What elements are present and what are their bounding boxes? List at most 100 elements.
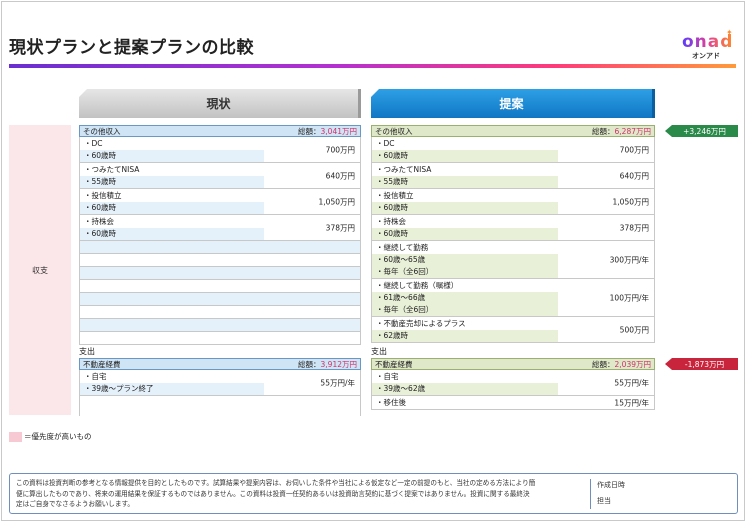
table-row: ・持株会・60歳時 378万円 xyxy=(79,215,361,241)
priority-legend: ＝優先度が高いもの xyxy=(9,431,92,442)
table-row: ・移住後 15万円/年 xyxy=(371,396,655,410)
current-income-table: その他収入 総額：3,041万円 ・DC ・60歳時 700万円 ・つみたてNISA ・… xyxy=(79,125,361,345)
empty-row xyxy=(79,396,361,416)
row-amount: 378万円 xyxy=(619,223,649,232)
table-row: ・投信積立 ・60歳時 1,050万円 xyxy=(371,189,655,215)
row-amount: 500万円 xyxy=(619,325,649,334)
row-amount: 55万円/年 xyxy=(320,378,355,387)
row-line: ・持株会 xyxy=(376,217,406,226)
disclaimer-text: この資料は投資判断の参考となる情報提供を目的としたものです。試算結果や提案内容は… xyxy=(16,479,536,508)
empty-row xyxy=(79,293,361,306)
priority-swatch xyxy=(9,431,22,442)
row-amount: 55万円/年 xyxy=(614,378,649,387)
current-expense-table: 不動産経費 総額：3,912万円 ・自宅・39歳～プラン終了 55万円/年 xyxy=(79,358,361,416)
empty-row xyxy=(79,280,361,293)
row-line: ・39歳～プラン終了 xyxy=(80,383,264,395)
table-row: ・不動産売却によるプラス・62歳時 500万円 xyxy=(371,317,655,343)
empty-row xyxy=(79,306,361,319)
row-line: ・DC xyxy=(84,139,103,148)
current-expense-total: 総額：3,912万円 xyxy=(298,359,357,369)
row-line: ・61歳～66歳 xyxy=(372,292,558,304)
proposed-income-total: 総額：6,287万円 xyxy=(592,126,651,136)
owner-label: 担当 xyxy=(597,497,611,505)
proposed-income-table: その他収入 総額：6,287万円 ・DC ・60歳時 700万円 ・つみたてNISA ・… xyxy=(371,125,655,343)
row-line: ・60歳時 xyxy=(372,150,558,162)
onad-logo: onad ✦ オンアド xyxy=(674,24,736,60)
empty-row xyxy=(79,267,361,280)
proposed-column-header: 提案 xyxy=(371,89,655,118)
row-line: ・毎年（全6回） xyxy=(372,266,558,278)
table-row: ・つみたてNISA ・55歳時 640万円 xyxy=(371,163,655,189)
row-amount: 640万円 xyxy=(325,171,355,180)
row-line: ・39歳～62歳 xyxy=(372,383,558,395)
current-income-header: その他収入 総額：3,041万円 xyxy=(79,125,361,137)
current-expense-header: 不動産経費 総額：3,912万円 xyxy=(79,358,361,370)
proposed-expense-total: 総額：2,039万円 xyxy=(592,359,651,369)
current-expense-section-label: 支出 xyxy=(79,347,95,356)
proposed-expense-label: 不動産経費 xyxy=(375,359,413,369)
row-line: ・62歳時 xyxy=(372,330,558,342)
row-line: ・60歳時 xyxy=(372,202,558,214)
row-line: ・60歳～65歳 xyxy=(372,254,558,266)
empty-row xyxy=(79,254,361,267)
row-line: ・60歳時 xyxy=(80,150,264,162)
expense-difference-badge: -1,873万円 xyxy=(665,358,738,370)
current-income-total: 総額：3,041万円 xyxy=(298,126,357,136)
table-row: ・DC ・60歳時 700万円 xyxy=(79,137,361,163)
row-line: ・持株会 xyxy=(84,217,114,226)
logo-subtitle: オンアド xyxy=(692,52,720,60)
row-line: ・つみたてNISA xyxy=(84,165,140,174)
side-label: 収支 xyxy=(32,266,48,275)
row-line: ・DC xyxy=(376,139,395,148)
created-date-label: 作成日時 xyxy=(597,481,625,489)
row-line: ・60歳時 xyxy=(372,228,558,240)
proposed-expense-section-label: 支出 xyxy=(371,347,387,356)
current-column-header: 現状 xyxy=(79,89,361,118)
table-row: ・持株会・60歳時 378万円 xyxy=(371,215,655,241)
empty-row xyxy=(79,319,361,332)
row-line: ・つみたてNISA xyxy=(376,165,432,174)
row-amount: 640万円 xyxy=(619,171,649,180)
footer-box: この資料は投資判断の参考となる情報提供を目的としたものです。試算結果や提案内容は… xyxy=(9,473,738,514)
table-row: ・自宅・39歳～プラン終了 55万円/年 xyxy=(79,370,361,396)
empty-row xyxy=(79,332,361,345)
proposed-expense-table: 不動産経費 総額：2,039万円 ・自宅・39歳～62歳 55万円/年・移住後 15… xyxy=(371,358,655,410)
proposed-income-header: その他収入 総額：6,287万円 xyxy=(371,125,655,137)
current-expense-label: 不動産経費 xyxy=(83,359,121,369)
row-line: ・60歳時 xyxy=(80,202,264,214)
row-line: ・55歳時 xyxy=(80,176,264,188)
row-line: ・継続して勤務 xyxy=(376,243,429,252)
title-rule xyxy=(9,64,736,68)
page-title: 現状プランと提案プランの比較 xyxy=(9,38,254,58)
table-row: ・継続して勤務・60歳～65歳 ・毎年（全6回） 300万円/年 xyxy=(371,241,655,279)
priority-legend-text: ＝優先度が高いもの xyxy=(24,432,92,441)
row-amount: 300万円/年 xyxy=(609,255,649,264)
empty-row xyxy=(79,241,361,254)
row-line: ・60歳時 xyxy=(80,228,264,240)
row-amount: 1,050万円 xyxy=(318,197,355,206)
row-line: ・自宅 xyxy=(84,372,107,381)
income-difference-badge: +3,246万円 xyxy=(665,125,738,137)
row-line: ・毎年（全6回） xyxy=(372,304,558,316)
table-row: ・つみたてNISA ・55歳時 640万円 xyxy=(79,163,361,189)
row-amount: 1,050万円 xyxy=(612,197,649,206)
table-row: ・DC ・60歳時 700万円 xyxy=(371,137,655,163)
row-line: ・不動産売却によるプラス xyxy=(376,319,466,328)
row-amount: 15万円/年 xyxy=(614,398,649,407)
row-amount: 100万円/年 xyxy=(609,293,649,302)
row-amount: 700万円 xyxy=(619,145,649,154)
footer-divider xyxy=(590,479,591,509)
table-row: ・投信積立 ・60歳時 1,050万円 xyxy=(79,189,361,215)
row-line: ・継続して勤務（嘱様） xyxy=(376,281,459,290)
row-line: ・55歳時 xyxy=(372,176,558,188)
row-amount: 700万円 xyxy=(325,145,355,154)
row-line: ・自宅 xyxy=(376,372,399,381)
row-amount: 378万円 xyxy=(325,223,355,232)
current-income-label: その他収入 xyxy=(83,126,121,136)
row-line: ・移住後 xyxy=(376,398,406,407)
logo-spark-icon: ✦ xyxy=(726,28,733,37)
proposed-expense-header: 不動産経費 総額：2,039万円 xyxy=(371,358,655,370)
proposed-income-label: その他収入 xyxy=(375,126,413,136)
table-row: ・自宅・39歳～62歳 55万円/年 xyxy=(371,370,655,396)
table-row: ・継続して勤務（嘱様） ・61歳～66歳 ・毎年（全6回） 100万円/年 xyxy=(371,279,655,317)
